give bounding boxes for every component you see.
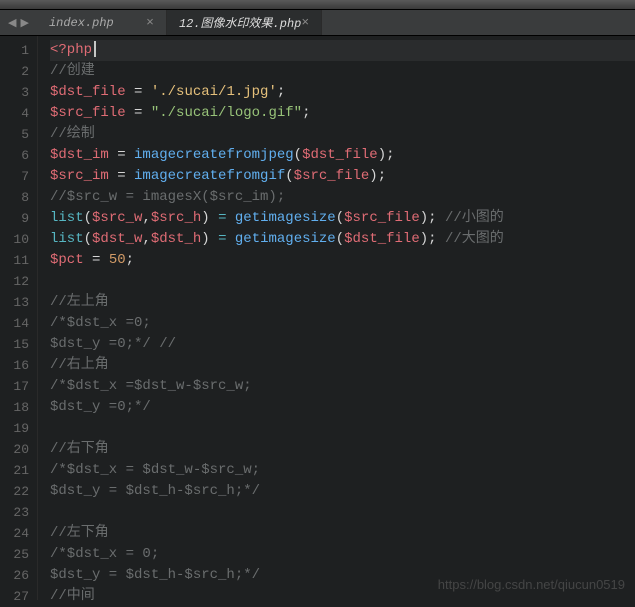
tab-label: 12.图像水印效果.php xyxy=(179,14,301,31)
line-number: 8 xyxy=(0,187,29,208)
editor: 1 2 3 4 5 6 7 8 9 10 11 12 13 14 15 16 1… xyxy=(0,36,635,600)
code-line xyxy=(50,418,635,439)
code-line: <?php xyxy=(50,40,635,61)
line-number: 21 xyxy=(0,460,29,481)
code-line: //右下角 xyxy=(50,439,635,460)
nav-forward-icon[interactable]: ▶ xyxy=(20,16,28,30)
code-line: //左上角 xyxy=(50,292,635,313)
line-number: 6 xyxy=(0,145,29,166)
line-number: 26 xyxy=(0,565,29,586)
line-number: 5 xyxy=(0,124,29,145)
line-number: 27 xyxy=(0,586,29,607)
line-number: 19 xyxy=(0,418,29,439)
code-line: //右上角 xyxy=(50,355,635,376)
line-number: 4 xyxy=(0,103,29,124)
watermark-text: https://blog.csdn.net/qiucun0519 xyxy=(438,577,625,592)
code-line: $src_file = "./sucai/logo.gif"; xyxy=(50,103,635,124)
line-number: 11 xyxy=(0,250,29,271)
close-icon[interactable]: × xyxy=(301,15,309,30)
line-number: 17 xyxy=(0,376,29,397)
line-number: 22 xyxy=(0,481,29,502)
code-line: //$src_w = imagesX($src_im); xyxy=(50,187,635,208)
code-line: $src_im = imagecreatefromgif($src_file); xyxy=(50,166,635,187)
code-line: /*$dst_x = 0; xyxy=(50,544,635,565)
code-line: $dst_im = imagecreatefromjpeg($dst_file)… xyxy=(50,145,635,166)
close-icon[interactable]: × xyxy=(146,15,154,30)
code-line: //左下角 xyxy=(50,523,635,544)
code-line: $dst_y =0;*/ xyxy=(50,397,635,418)
code-line: /*$dst_x = $dst_w-$src_w; xyxy=(50,460,635,481)
line-number: 18 xyxy=(0,397,29,418)
tab-label: index.php xyxy=(49,16,114,30)
line-number: 25 xyxy=(0,544,29,565)
code-line: /*$dst_x =$dst_w-$src_w; xyxy=(50,376,635,397)
tab-watermark-php[interactable]: 12.图像水印效果.php × xyxy=(167,10,322,35)
nav-back-icon[interactable]: ◀ xyxy=(8,16,16,30)
line-number: 10 xyxy=(0,229,29,250)
line-number: 7 xyxy=(0,166,29,187)
line-number: 23 xyxy=(0,502,29,523)
tab-bar: index.php × 12.图像水印效果.php × xyxy=(37,10,322,35)
line-gutter: 1 2 3 4 5 6 7 8 9 10 11 12 13 14 15 16 1… xyxy=(0,36,38,600)
code-line: //绘制 xyxy=(50,124,635,145)
line-number: 13 xyxy=(0,292,29,313)
code-line: /*$dst_x =0; xyxy=(50,313,635,334)
code-line: $dst_y = $dst_h-$src_h;*/ xyxy=(50,481,635,502)
line-number: 3 xyxy=(0,82,29,103)
code-line: list($src_w,$src_h) = getimagesize($src_… xyxy=(50,208,635,229)
code-area[interactable]: <?php //创建 $dst_file = './sucai/1.jpg'; … xyxy=(38,36,635,600)
code-line: //创建 xyxy=(50,61,635,82)
code-line: $pct = 50; xyxy=(50,250,635,271)
code-line: $dst_y =0;*/ // xyxy=(50,334,635,355)
line-number: 24 xyxy=(0,523,29,544)
line-number: 14 xyxy=(0,313,29,334)
code-line: list($dst_w,$dst_h) = getimagesize($dst_… xyxy=(50,229,635,250)
code-line: $dst_file = './sucai/1.jpg'; xyxy=(50,82,635,103)
window-top-border xyxy=(0,0,635,10)
nav-arrows: ◀ ▶ xyxy=(0,16,37,30)
line-number: 9 xyxy=(0,208,29,229)
line-number: 15 xyxy=(0,334,29,355)
code-line xyxy=(50,502,635,523)
line-number: 12 xyxy=(0,271,29,292)
titlebar: ◀ ▶ index.php × 12.图像水印效果.php × xyxy=(0,10,635,36)
line-number: 20 xyxy=(0,439,29,460)
code-line xyxy=(50,271,635,292)
line-number: 16 xyxy=(0,355,29,376)
line-number: 1 xyxy=(0,40,29,61)
text-cursor xyxy=(94,41,96,57)
line-number: 2 xyxy=(0,61,29,82)
tab-index-php[interactable]: index.php × xyxy=(37,10,167,35)
